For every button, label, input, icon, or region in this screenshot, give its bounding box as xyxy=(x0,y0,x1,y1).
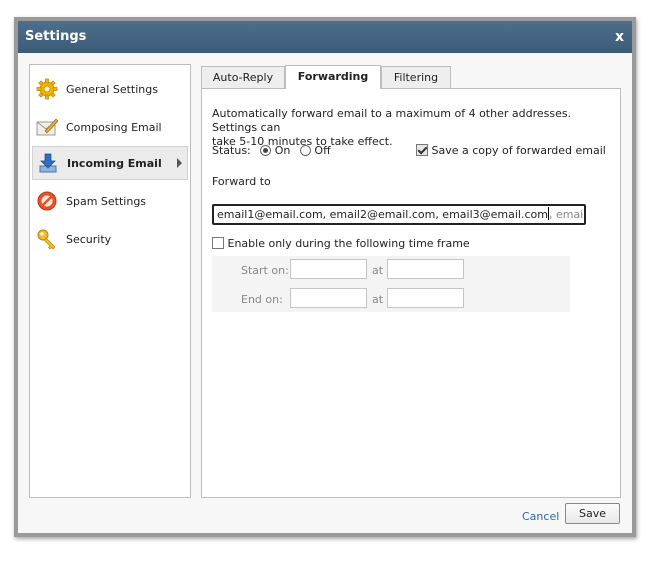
status-off-radio[interactable] xyxy=(299,145,311,156)
tab-forwarding[interactable]: Forwarding xyxy=(285,65,381,89)
save-copy-row: Save a copy of forwarded email xyxy=(416,144,606,157)
sidebar-item-label: General Settings xyxy=(66,82,158,96)
sidebar-item-security[interactable]: Security xyxy=(32,222,188,256)
start-time-input[interactable] xyxy=(387,259,464,279)
compose-email-icon xyxy=(36,118,58,136)
start-date-input[interactable] xyxy=(290,259,367,279)
sidebar-item-label: Spam Settings xyxy=(66,194,147,208)
end-on-label: End on: xyxy=(241,293,283,306)
settings-dialog: Settings x General Settings Composing Em… xyxy=(14,17,636,537)
forward-to-label: Forward to xyxy=(212,175,271,188)
sidebar-item-spam-settings[interactable]: Spam Settings xyxy=(32,184,188,218)
forwarding-panel: Automatically forward email to a maximum… xyxy=(201,88,621,498)
forward-to-value: email1@email.com, email2@email.com, emai… xyxy=(217,208,548,221)
dialog-title: Settings xyxy=(25,29,87,44)
timeframe-checkbox[interactable] xyxy=(212,237,224,249)
end-time-input[interactable] xyxy=(387,288,464,308)
sidebar-item-composing-email[interactable]: Composing Email xyxy=(32,110,188,144)
no-entry-icon xyxy=(37,191,57,211)
settings-sidebar: General Settings Composing Email Incomin… xyxy=(29,64,191,498)
save-button[interactable]: Save xyxy=(565,503,620,524)
forwarding-description: Automatically forward email to a maximum… xyxy=(212,107,612,149)
status-on-label: On xyxy=(274,144,291,157)
sidebar-item-incoming-email[interactable]: Incoming Email xyxy=(32,146,188,180)
cancel-link[interactable]: Cancel xyxy=(522,510,559,523)
forward-to-placeholder: , email4 xyxy=(548,208,584,221)
forward-to-input[interactable]: email1@email.com, email2@email.com, emai… xyxy=(212,204,586,225)
status-label: Status: xyxy=(212,144,251,157)
sidebar-item-label: Composing Email xyxy=(66,120,162,134)
description-line-1: Automatically forward email to a maximum… xyxy=(212,107,572,134)
end-date-input[interactable] xyxy=(290,288,367,308)
incoming-arrow-icon xyxy=(39,153,57,173)
timeframe-row: Enable only during the following time fr… xyxy=(212,237,470,250)
start-on-label: Start on: xyxy=(241,264,289,277)
key-icon xyxy=(37,229,56,250)
close-button[interactable]: x xyxy=(615,21,624,53)
tab-filtering[interactable]: Filtering xyxy=(381,66,451,89)
status-row: Status: On Off xyxy=(212,144,331,157)
status-on-radio[interactable] xyxy=(260,145,272,156)
tab-auto-reply[interactable]: Auto-Reply xyxy=(201,66,285,89)
dialog-titlebar: Settings x xyxy=(18,21,632,53)
sidebar-item-label: Incoming Email xyxy=(67,156,162,170)
chevron-right-icon xyxy=(177,158,182,168)
end-at-label: at xyxy=(372,293,384,306)
status-off-label: Off xyxy=(314,144,331,157)
save-copy-checkbox[interactable] xyxy=(416,144,428,156)
sidebar-item-label: Security xyxy=(66,232,112,246)
timeframe-label: Enable only during the following time fr… xyxy=(227,237,470,250)
gear-icon xyxy=(36,78,58,100)
sidebar-item-general-settings[interactable]: General Settings xyxy=(32,72,188,106)
save-copy-label: Save a copy of forwarded email xyxy=(431,144,606,157)
timeframe-section: Start on: at End on: at xyxy=(212,256,570,312)
start-at-label: at xyxy=(372,264,384,277)
